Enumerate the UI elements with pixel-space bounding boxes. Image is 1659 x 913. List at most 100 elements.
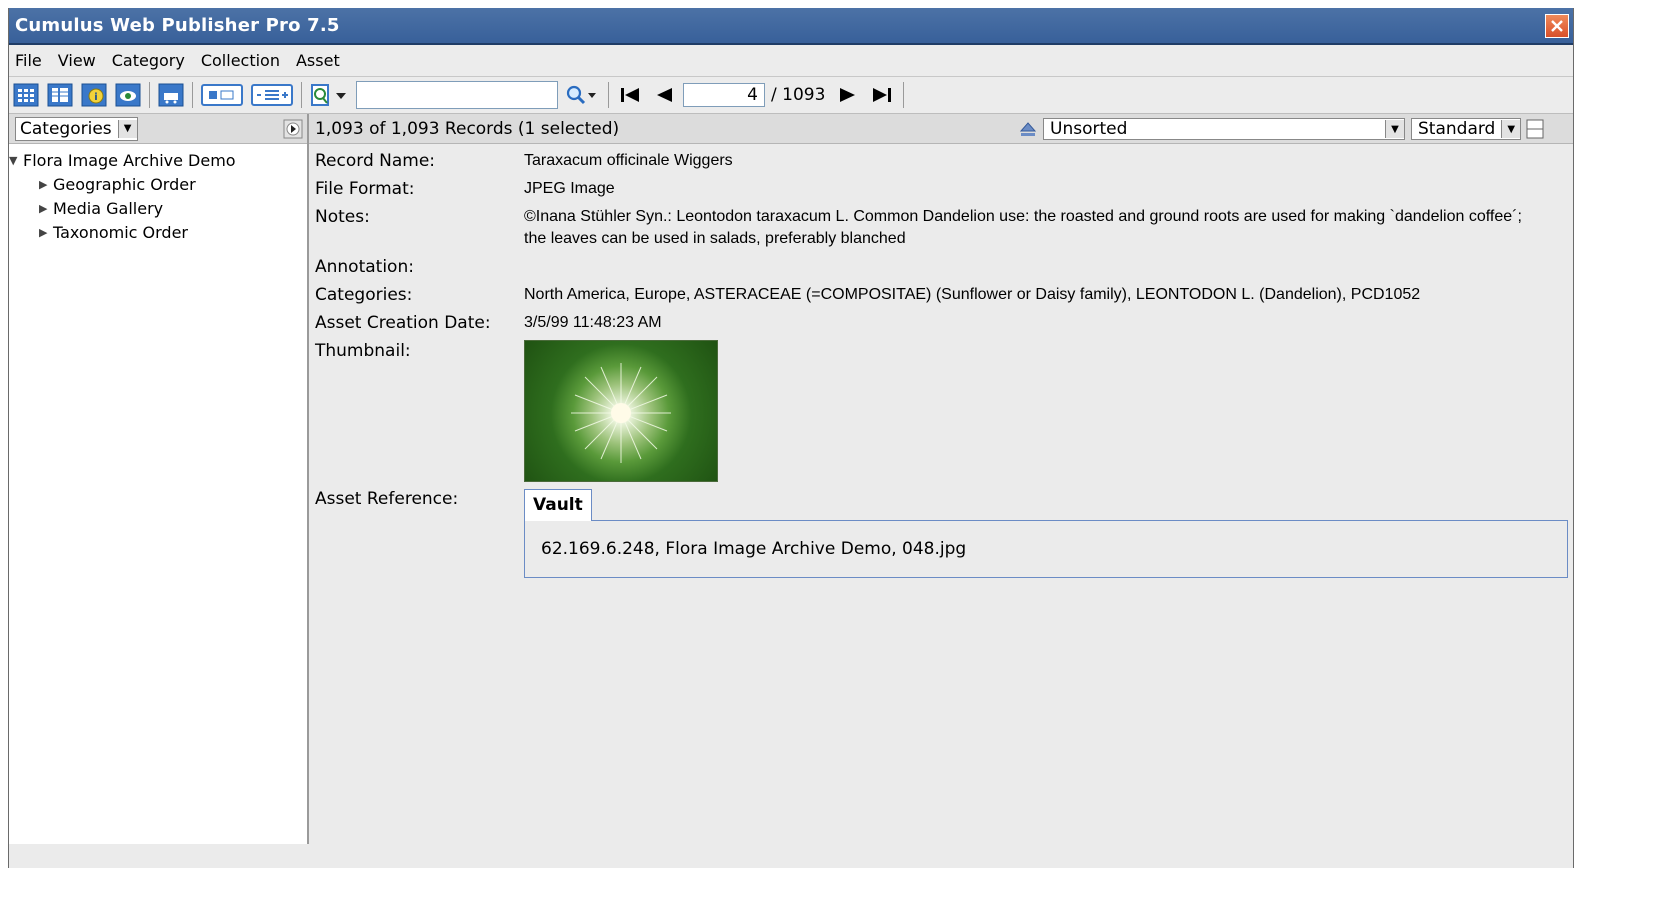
menu-view[interactable]: View: [58, 51, 96, 70]
field-asset-reference: Asset Reference: Vault 62.169.6.248, Flo…: [315, 488, 1573, 578]
tree-item-geographic-order[interactable]: ▶ Geographic Order: [9, 172, 307, 196]
search-icon: [566, 85, 596, 105]
previous-record-button[interactable]: [649, 81, 679, 109]
next-record-button[interactable]: [833, 81, 863, 109]
collapsed-arrow-icon[interactable]: ▶: [39, 178, 53, 191]
view-select[interactable]: Standard ▼: [1411, 118, 1521, 140]
window-title: Cumulus Web Publisher Pro 7.5: [15, 15, 340, 36]
records-bar: 1,093 of 1,093 Records (1 selected) Unso…: [309, 114, 1573, 144]
toolbar: i 4 / 1093: [9, 77, 1573, 114]
expanded-arrow-icon[interactable]: ▼: [9, 154, 23, 167]
collapsed-arrow-icon[interactable]: ▶: [39, 202, 53, 215]
last-record-button[interactable]: [867, 81, 897, 109]
svg-text:i: i: [94, 92, 97, 103]
sort-select-value: Unsorted: [1050, 119, 1128, 139]
layout-icon: [201, 84, 243, 106]
field-label: Annotation:: [315, 257, 414, 277]
toolbar-separator: [608, 82, 609, 108]
field-annotation: Annotation:: [315, 256, 1573, 278]
field-value: 3/5/99 11:48:23 AM: [524, 314, 662, 331]
thumbnail-grid-icon: [13, 83, 39, 107]
view-select-value: Standard: [1418, 119, 1496, 139]
menu-category[interactable]: Category: [112, 51, 185, 70]
eye-icon: [115, 83, 141, 107]
close-icon: [1551, 19, 1563, 32]
info-view-button[interactable]: i: [79, 81, 109, 109]
menu-collection[interactable]: Collection: [201, 51, 280, 70]
shopping-cart-icon: [158, 83, 184, 107]
field-categories: Categories: North America, Europe, ASTER…: [315, 284, 1573, 306]
panel-collapse-icon[interactable]: [283, 119, 303, 139]
skip-to-start-icon: [621, 88, 639, 102]
menu-asset[interactable]: Asset: [296, 51, 340, 70]
total-records-label: / 1093: [771, 85, 826, 105]
list-icon: [47, 83, 73, 107]
dandelion-seedhead-icon: [571, 363, 671, 463]
dandelion-thumbnail-image[interactable]: [524, 340, 718, 482]
category-tree: ▼ Flora Image Archive Demo ▶ Geographic …: [9, 144, 307, 244]
tree-item-label: Geographic Order: [53, 174, 196, 194]
field-record-name: Record Name: Taraxacum officinale Wigger…: [315, 150, 1573, 172]
field-label: Thumbnail:: [315, 341, 411, 361]
next-arrow-icon: [840, 88, 856, 102]
layout-button[interactable]: [199, 81, 245, 109]
search-options-button[interactable]: [308, 81, 352, 109]
field-value: ©Inana Stühler Syn.: Leontodon taraxacum…: [524, 208, 1522, 247]
list-add-icon: [251, 84, 293, 106]
tree-item-media-gallery[interactable]: ▶ Media Gallery: [9, 196, 307, 220]
vault-reference-value: 62.169.6.248, Flora Image Archive Demo, …: [541, 539, 967, 559]
field-value: JPEG Image: [524, 180, 615, 197]
tree-item-label: Media Gallery: [53, 198, 164, 218]
field-label: Categories:: [315, 285, 413, 305]
field-value: Taraxacum officinale Wiggers: [524, 152, 733, 169]
search-button[interactable]: [562, 81, 602, 109]
field-thumbnail: Thumbnail:: [315, 340, 1573, 482]
field-value: North America, Europe, ASTERACEAE (=COMP…: [524, 286, 1421, 303]
record-fields: Record Name: Taraxacum officinale Wigger…: [309, 144, 1573, 578]
title-bar: Cumulus Web Publisher Pro 7.5: [9, 8, 1573, 45]
field-label: Notes:: [315, 207, 370, 227]
record-count: 1,093 of 1,093 Records (1 selected): [315, 118, 620, 139]
close-button[interactable]: [1545, 13, 1569, 38]
field-label: Asset Reference:: [315, 489, 459, 509]
chevron-down-icon: ▼: [1501, 120, 1520, 138]
split-view-icon[interactable]: [1525, 118, 1545, 140]
tree-item-taxonomic-order[interactable]: ▶ Taxonomic Order: [9, 220, 307, 244]
category-selector[interactable]: Categories ▼: [15, 116, 138, 141]
previous-arrow-icon: [657, 88, 672, 102]
toolbar-separator: [192, 82, 193, 108]
category-panel: Categories ▼ ▼ Flora Image Archive Demo …: [9, 114, 309, 844]
current-record-input[interactable]: 4: [683, 83, 765, 107]
sort-direction-icon[interactable]: [1017, 119, 1039, 139]
search-preview-icon: [311, 84, 346, 106]
cart-button[interactable]: [156, 81, 186, 109]
quick-search-input[interactable]: [356, 81, 558, 109]
app-window: Cumulus Web Publisher Pro 7.5 File View …: [8, 8, 1574, 868]
field-label: File Format:: [315, 179, 415, 199]
toolbar-separator: [301, 82, 302, 108]
menu-file[interactable]: File: [15, 51, 42, 70]
tab-vault[interactable]: Vault: [524, 489, 592, 521]
field-layout-button[interactable]: [249, 81, 295, 109]
info-icon: i: [81, 83, 107, 107]
skip-to-end-icon: [873, 88, 892, 102]
category-panel-header: Categories ▼: [9, 114, 307, 144]
main-area: Categories ▼ ▼ Flora Image Archive Demo …: [9, 114, 1573, 844]
first-record-button[interactable]: [615, 81, 645, 109]
toolbar-separator: [903, 82, 905, 108]
preview-view-button[interactable]: [113, 81, 143, 109]
field-label: Asset Creation Date:: [315, 313, 491, 333]
thumbnail-view-button[interactable]: [11, 81, 41, 109]
sort-select[interactable]: Unsorted ▼: [1043, 118, 1405, 140]
tree-root-label: Flora Image Archive Demo: [23, 150, 236, 170]
tree-root[interactable]: ▼ Flora Image Archive Demo: [9, 148, 307, 172]
list-view-button[interactable]: [45, 81, 75, 109]
chevron-down-icon: ▼: [1385, 120, 1404, 138]
field-notes: Notes: ©Inana Stühler Syn.: Leontodon ta…: [315, 206, 1573, 250]
vault-reference-box: 62.169.6.248, Flora Image Archive Demo, …: [524, 520, 1568, 578]
toolbar-separator: [149, 82, 150, 108]
category-selector-label: Categories: [20, 118, 112, 139]
asset-reference-panel: Vault 62.169.6.248, Flora Image Archive …: [524, 488, 1568, 578]
field-asset-creation-date: Asset Creation Date: 3/5/99 11:48:23 AM: [315, 312, 1573, 334]
collapsed-arrow-icon[interactable]: ▶: [39, 226, 53, 239]
